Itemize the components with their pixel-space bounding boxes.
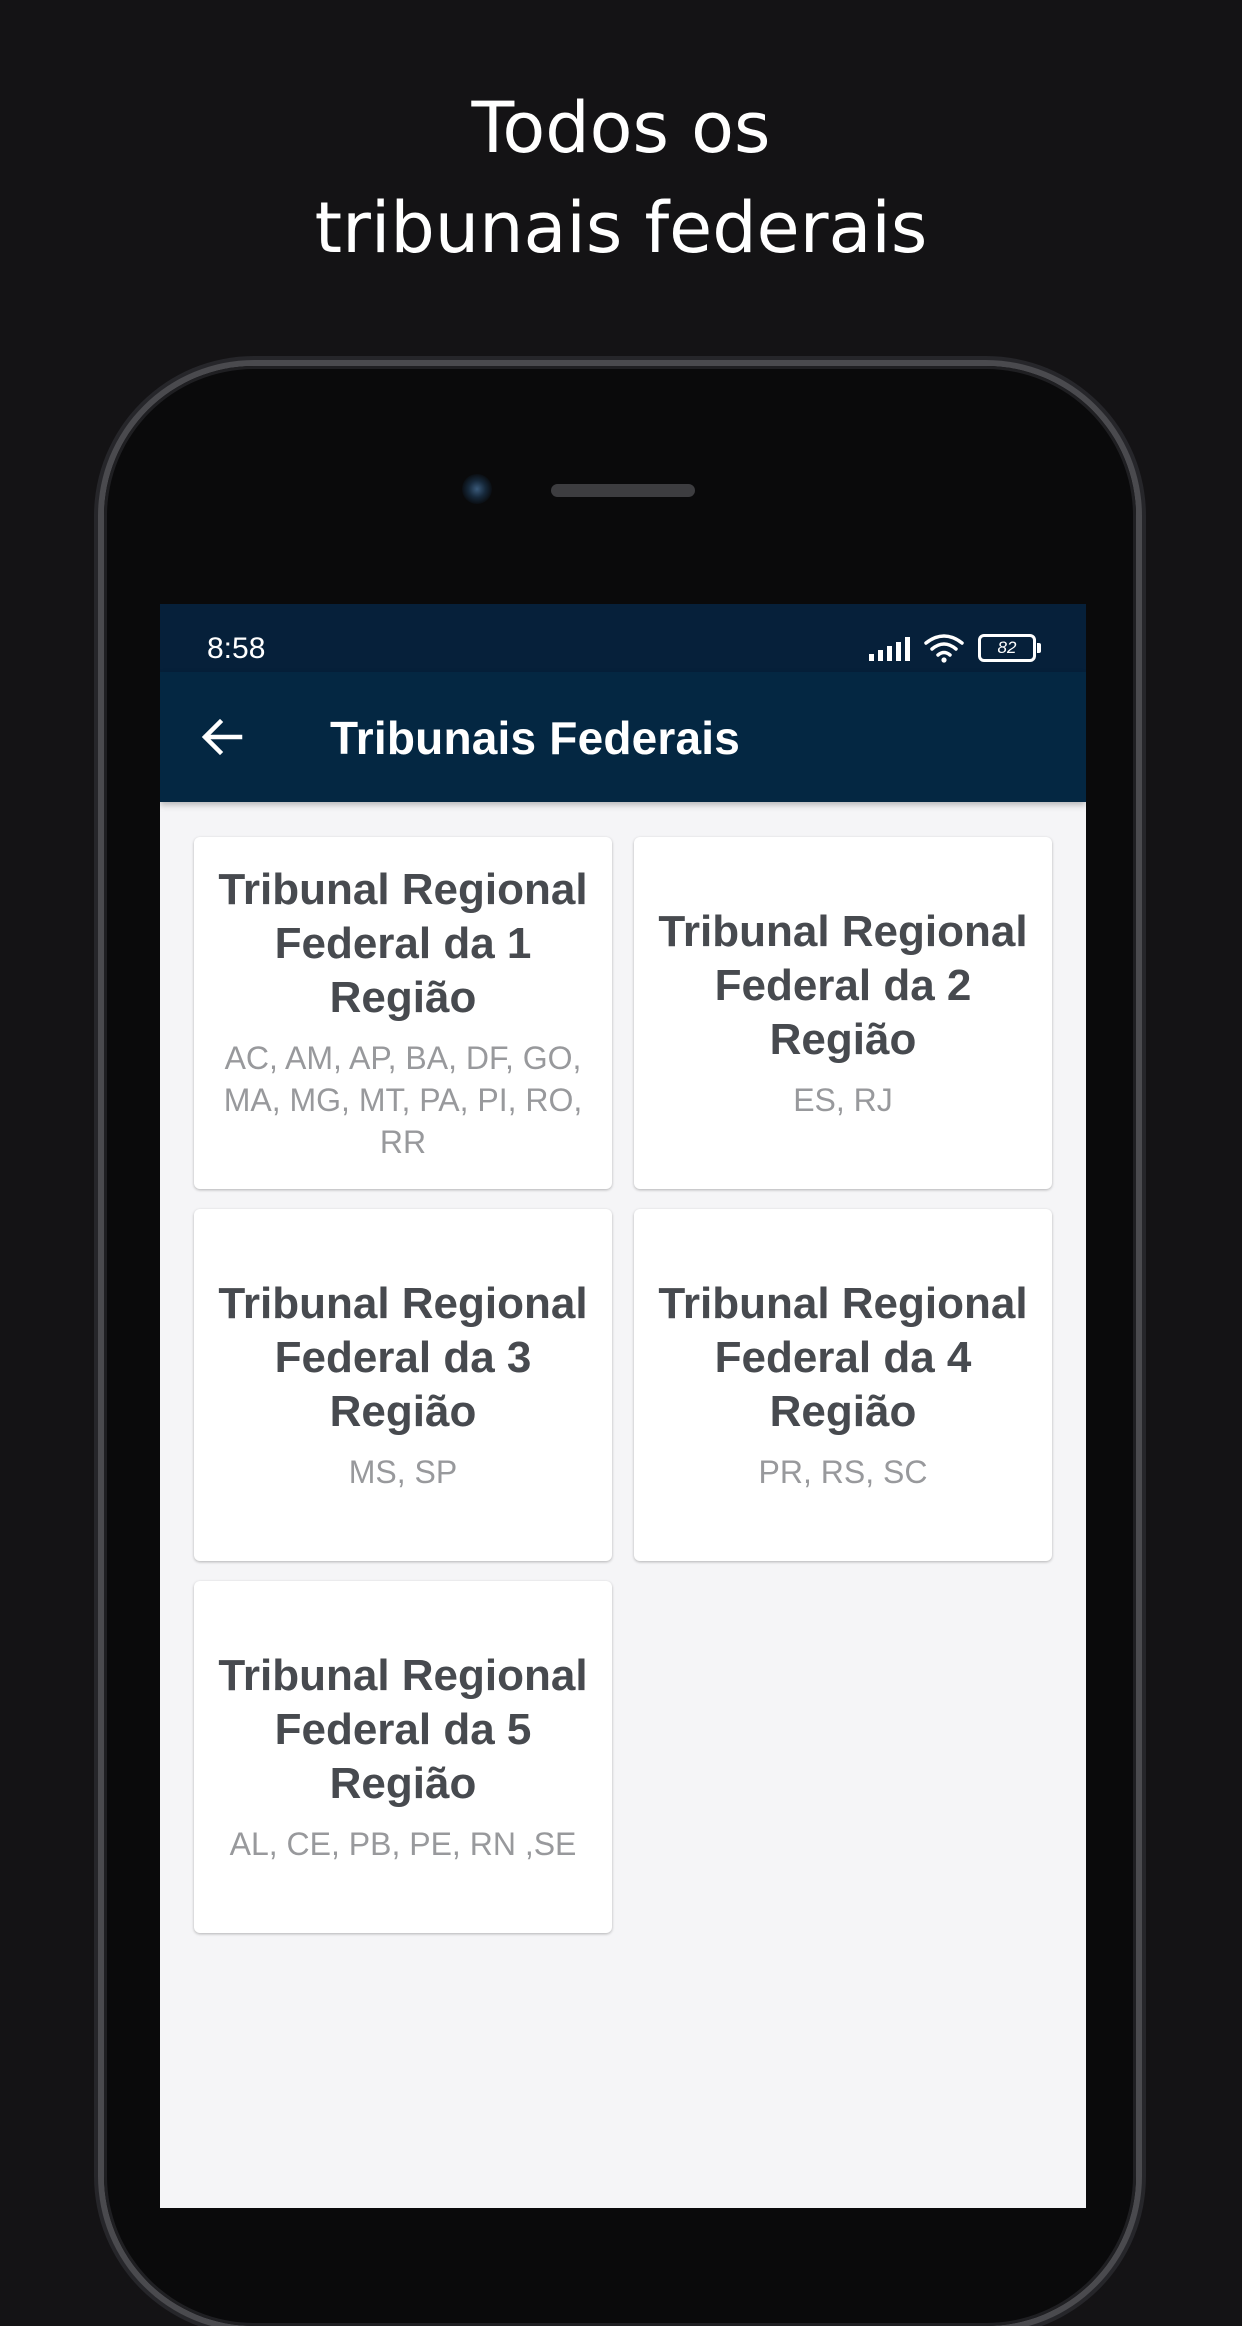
tribunal-card-1[interactable]: Tribunal Regional Federal da 1 Região AC… xyxy=(194,837,612,1189)
promo-line-2: tribunais federais xyxy=(314,187,928,269)
tribunal-card-title: Tribunal Regional Federal da 3 Região xyxy=(218,1279,588,1436)
tribunal-card-title: Tribunal Regional Federal da 2 Região xyxy=(658,907,1028,1064)
tribunal-card-title: Tribunal Regional Federal da 5 Região xyxy=(218,1651,588,1808)
front-camera xyxy=(462,474,492,504)
tribunal-card-states: AL, CE, PB, PE, RN ,SE xyxy=(229,1826,577,1862)
page-title: Tribunais Federais xyxy=(330,712,741,764)
tribunal-card-states: MS, SP xyxy=(348,1454,458,1490)
status-time: 8:58 xyxy=(207,632,266,665)
earpiece-speaker xyxy=(551,484,695,497)
arrow-left-icon xyxy=(201,718,243,756)
tribunal-card-title: Tribunal Regional Federal da 1 Região xyxy=(218,865,588,1022)
signal-icon xyxy=(869,635,910,661)
status-icons: 82 xyxy=(869,630,1041,666)
tribunal-card-2[interactable]: Tribunal Regional Federal da 2 Região ES… xyxy=(634,837,1052,1189)
tribunal-card-title: Tribunal Regional Federal da 4 Região xyxy=(658,1279,1028,1436)
status-bar: 8:58 82 xyxy=(160,604,1086,672)
phone-screen: 8:58 82 Tribunais Federais Tribunal Regi… xyxy=(160,604,1086,2208)
tribunal-card-states: PR, RS, SC xyxy=(758,1454,928,1490)
tribunal-card-5[interactable]: Tribunal Regional Federal da 5 Região AL… xyxy=(194,1581,612,1933)
app-bar: Tribunais Federais xyxy=(160,672,1086,802)
tribunal-card-3[interactable]: Tribunal Regional Federal da 3 Região MS… xyxy=(194,1209,612,1561)
back-button[interactable] xyxy=(182,697,262,777)
tribunal-card-4[interactable]: Tribunal Regional Federal da 4 Região PR… xyxy=(634,1209,1052,1561)
wifi-icon xyxy=(924,634,964,663)
battery-icon: 82 xyxy=(978,634,1041,662)
tribunal-card-states: AC, AM, AP, BA, DF, GO, MA, MG, MT, PA, … xyxy=(223,1040,583,1160)
promo-line-1: Todos os xyxy=(471,87,771,169)
promo-headline: Todos os tribunais federais xyxy=(0,78,1242,278)
tribunal-card-states: ES, RJ xyxy=(793,1082,893,1118)
